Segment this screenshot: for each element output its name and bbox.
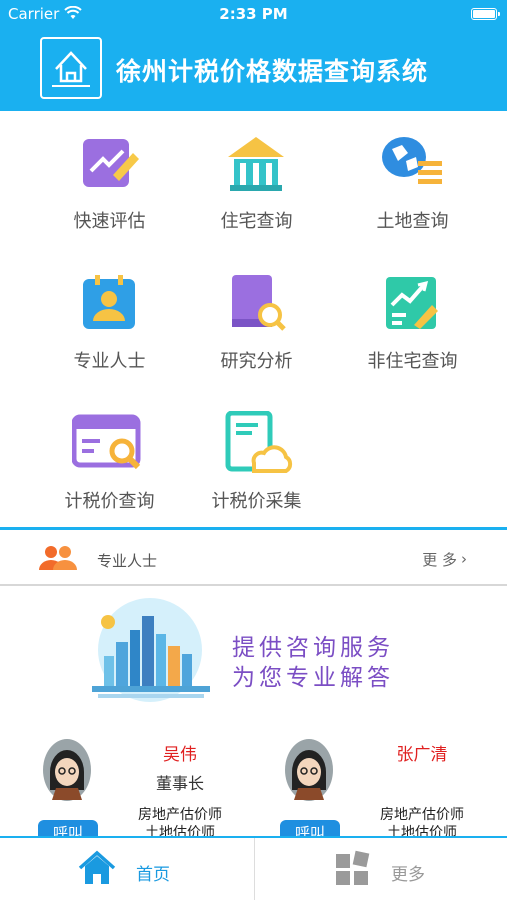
app-header: Carrier 2:33 PM 徐州计税价格数据查询系统 — [0, 0, 507, 111]
city-illustration-icon — [86, 594, 216, 704]
status-bar: Carrier 2:33 PM — [0, 0, 507, 28]
tab-home[interactable]: 首页 — [0, 838, 253, 900]
page-title: 徐州计税价格数据查询系统 — [116, 57, 429, 86]
grid-item-label: 计税价采集 — [211, 491, 302, 512]
person-card[interactable]: 呼叫 张广清 房地产估价师 土地估价师 — [242, 730, 495, 846]
grid-item-label: 计税价查询 — [64, 491, 155, 512]
people-icon — [38, 544, 78, 576]
consult-banner: 提供咨询服务 为您专业解答 — [0, 588, 507, 723]
tab-more-label: 更多 — [391, 865, 425, 885]
banner-line-1: 提供咨询服务 — [232, 635, 394, 661]
grid-item-tax-price-query[interactable]: 计税价查询 — [25, 391, 194, 531]
house-icon — [224, 131, 288, 195]
app-screen: Carrier 2:33 PM 徐州计税价格数据查询系统 快速评估 住宅查询 土… — [0, 0, 507, 900]
person-qualification: 房地产估价师 — [138, 807, 222, 823]
chevron-right-icon: › — [461, 550, 467, 568]
app-logo-icon — [40, 37, 102, 99]
grid-item-residential[interactable]: 住宅查询 — [172, 111, 341, 251]
grid-item-land[interactable]: 土地查询 — [328, 111, 497, 251]
pencil-icon — [77, 131, 141, 195]
tab-more[interactable]: 更多 — [254, 838, 507, 900]
grid-icon — [333, 850, 371, 888]
feature-grid: 快速评估 住宅查询 土地查询 专业人士 研究分析 非住宅查询 计税价查询 计税价… — [0, 111, 507, 527]
person-name: 张广清 — [396, 745, 448, 765]
land-icon — [380, 131, 444, 195]
tab-bar: 首页 更多 — [0, 836, 507, 900]
grid-item-label: 快速评估 — [73, 211, 146, 232]
grid-item-label: 土地查询 — [376, 211, 449, 232]
home-icon — [78, 850, 116, 888]
grid-item-label: 住宅查询 — [220, 211, 293, 232]
avatar — [284, 738, 334, 802]
grid-item-label: 研究分析 — [220, 351, 293, 372]
grid-item-research[interactable]: 研究分析 — [172, 251, 341, 391]
grid-item-non-residential[interactable]: 非住宅查询 — [328, 251, 497, 391]
battery-icon — [471, 8, 500, 20]
person-role: 董事长 — [155, 774, 204, 793]
research-icon — [224, 271, 288, 335]
section-title: 专业人士 — [97, 552, 158, 570]
professionals-section-header: 专业人士 更 多 › — [0, 530, 507, 586]
professional-icon — [77, 271, 141, 335]
status-time: 2:33 PM — [219, 5, 288, 23]
grid-item-tax-price-collect[interactable]: 计税价采集 — [172, 391, 341, 531]
person-card[interactable]: 呼叫 吴伟 董事长 房地产估价师 土地估价师 — [0, 730, 253, 846]
person-name: 吴伟 — [163, 745, 197, 765]
tax-collect-icon — [224, 410, 293, 475]
grid-item-quick-evaluate[interactable]: 快速评估 — [25, 111, 194, 251]
banner-line-2: 为您专业解答 — [232, 665, 394, 691]
grid-item-professionals[interactable]: 专业人士 — [25, 251, 194, 391]
tab-home-label: 首页 — [136, 865, 170, 885]
tax-search-icon — [71, 411, 141, 475]
grid-item-label: 非住宅查询 — [367, 351, 458, 372]
person-qualification: 房地产估价师 — [380, 807, 464, 823]
grid-item-label: 专业人士 — [73, 351, 146, 372]
chart-icon — [380, 271, 444, 335]
avatar — [42, 738, 92, 802]
more-link[interactable]: 更 多 — [422, 549, 457, 570]
